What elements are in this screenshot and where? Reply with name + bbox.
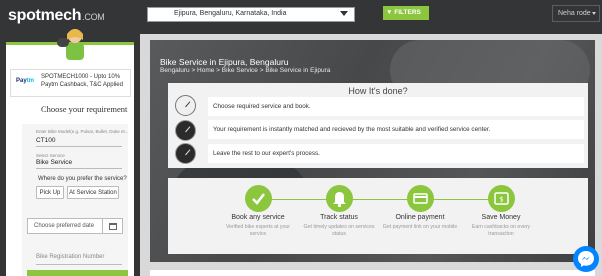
divider xyxy=(36,146,122,147)
feature-subtitle: Get timely updates on services status xyxy=(303,224,375,237)
chevron-down-icon xyxy=(592,12,596,15)
speedometer-icon xyxy=(175,95,196,116)
how-it-works-title: How It's done? xyxy=(348,86,408,96)
messenger-chat-button[interactable] xyxy=(573,246,599,272)
messenger-icon xyxy=(578,251,594,267)
promo-banner[interactable]: Paytm SPOTMECH1000 - Upto 10% Paytm Cash… xyxy=(10,69,131,97)
paytm-logo: Paytm xyxy=(16,78,35,84)
listing-card xyxy=(150,270,595,276)
location-value: Ejipura, Bengaluru, Karnataka, India xyxy=(174,10,287,17)
speedometer-icon xyxy=(175,120,196,141)
service-location-question: Where do you prefer the service? xyxy=(38,176,127,182)
feature-subtitle: Get payment link on your mobile xyxy=(382,224,458,230)
step-text: Leave the rest to our expert's process. xyxy=(213,150,320,157)
filters-button[interactable]: ▼ FILTERS xyxy=(383,6,429,20)
chevron-down-icon xyxy=(340,11,348,16)
breadcrumb[interactable]: Bengaluru > Home > Bike Service > Bike S… xyxy=(160,67,330,74)
card-icon xyxy=(407,185,434,212)
chat-bubble-icon xyxy=(57,38,69,47)
submit-button[interactable] xyxy=(27,270,128,276)
date-picker[interactable]: Choose preferred date xyxy=(27,218,123,234)
features-connector xyxy=(258,199,500,200)
step-row: Your requirement is instantly matched an… xyxy=(208,120,584,139)
service-select[interactable]: Bike Service xyxy=(36,159,72,166)
top-bar: spotmech.COM Ejipura, Bengaluru, Karnata… xyxy=(0,0,602,34)
divider xyxy=(36,168,122,169)
date-placeholder: Choose preferred date xyxy=(34,223,95,229)
vehicle-input[interactable]: CT100 xyxy=(36,137,56,144)
filter-icon: ▼ xyxy=(386,9,395,16)
pickup-option-button[interactable]: Pick Up xyxy=(36,186,64,199)
user-menu[interactable]: Neha rode xyxy=(552,5,600,22)
choose-requirement-title: Choose your requirement xyxy=(41,104,128,114)
svg-text:$: $ xyxy=(499,196,503,204)
feature-subtitle: Verified bike experts at your service xyxy=(225,224,290,237)
location-select[interactable]: Ejipura, Bengaluru, Karnataka, India xyxy=(147,7,355,22)
feature-title: Online payment xyxy=(395,214,445,221)
vehicle-label: Enter Bike Model(e.g. Pulsar, Bullet, Du… xyxy=(36,129,129,134)
bell-icon xyxy=(326,185,353,212)
feature-title: Save Money xyxy=(481,214,521,221)
divider xyxy=(36,264,122,265)
calendar-button[interactable] xyxy=(102,219,122,233)
promo-text: SPOTMECH1000 - Upto 10% Paytm Cashback, … xyxy=(41,74,123,88)
user-name: Neha rode xyxy=(558,10,591,17)
feature-title: Book any service xyxy=(231,214,285,221)
calendar-icon xyxy=(109,223,117,230)
feature-subtitle: Earn cashbacks on every transaction xyxy=(471,224,531,237)
speedometer-icon xyxy=(175,143,196,164)
check-icon xyxy=(245,185,272,212)
logo[interactable]: spotmech.COM xyxy=(8,7,105,25)
step-text: Choose required service and book. xyxy=(213,103,311,110)
service-station-option-button[interactable]: At Service Station xyxy=(67,186,119,199)
registration-input[interactable]: Bike Registration Number xyxy=(36,254,104,260)
step-text: Your requirement is instantly matched an… xyxy=(213,126,491,133)
step-row: Choose required service and book. xyxy=(208,97,584,116)
how-it-works-panel: How It's done? Choose required service a… xyxy=(168,83,588,168)
wallet-icon: $ xyxy=(488,185,515,212)
page-title: Bike Service in Ejipura, Bengaluru xyxy=(160,57,289,67)
service-label: Select Service xyxy=(36,153,65,158)
feature-title: Track status xyxy=(320,214,358,221)
step-row: Leave the rest to our expert's process. xyxy=(208,144,584,163)
